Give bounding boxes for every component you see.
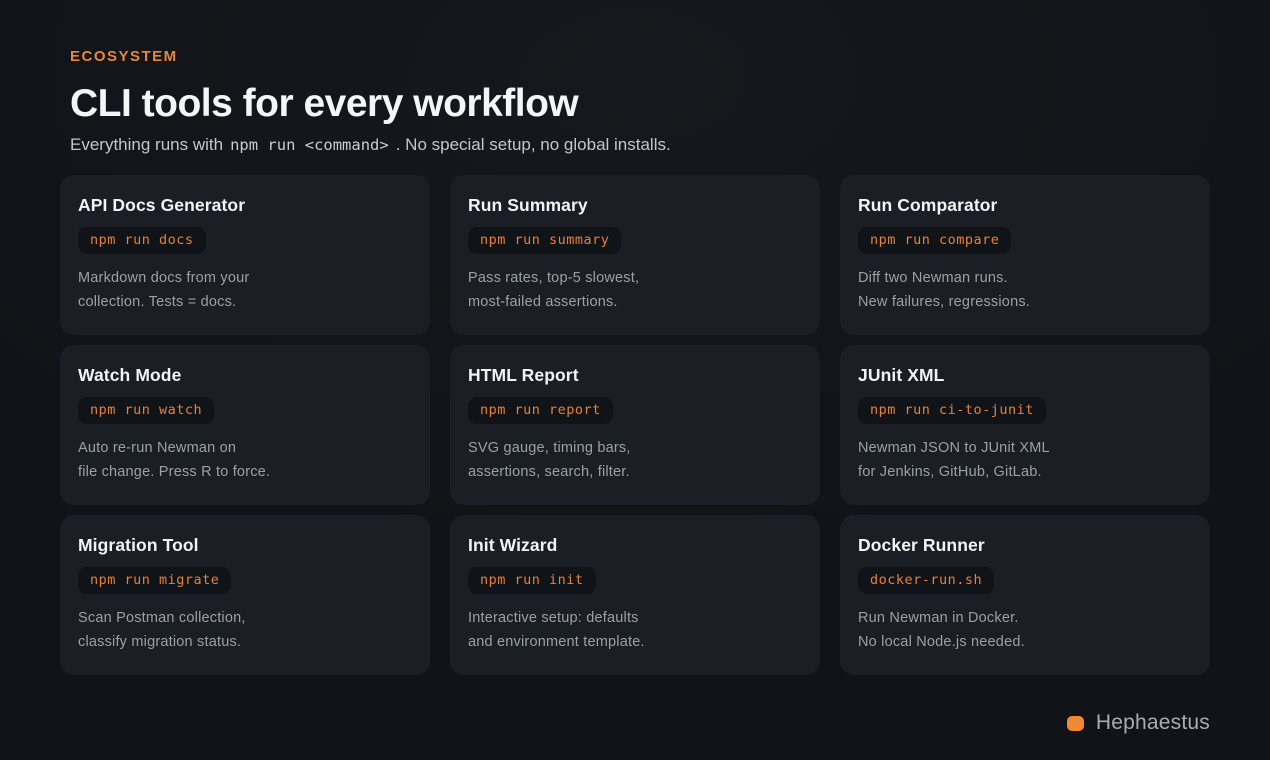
card-description-line: collection. Tests = docs. [78,294,237,310]
tool-card-docker-runner: Docker Runner docker-run.sh Run Newman i… [840,515,1210,675]
card-description-line: Markdown docs from your [78,270,250,286]
card-title: API Docs Generator [78,195,246,215]
card-description-line: Interactive setup: defaults [468,610,639,626]
card-description: SVG gauge, timing bars, assertions, sear… [468,436,802,484]
card-description: Run Newman in Docker. No local Node.js n… [858,606,1192,654]
card-description: Interactive setup: defaults and environm… [468,606,802,654]
tool-card-run-summary: Run Summary npm run summary Pass rates, … [450,175,820,335]
card-title: HTML Report [468,365,579,385]
card-command-badge: npm run migrate [78,567,232,594]
subtitle-prefix: Everything runs with [70,135,224,154]
ecosystem-page: ECOSYSTEM CLI tools for every workflow E… [0,0,1270,760]
page-subtitle: Everything runs with npm run <command> . N… [70,133,1210,157]
page-header: ECOSYSTEM CLI tools for every workflow E… [60,0,1210,157]
card-description: Scan Postman collection, classify migrat… [78,606,412,654]
card-title: JUnit XML [858,365,945,385]
card-description: Markdown docs from your collection. Test… [78,266,412,314]
card-description-line: Run Newman in Docker. [858,610,1019,626]
tool-card-run-comparator: Run Comparator npm run compare Diff two … [840,175,1210,335]
card-description: Pass rates, top-5 slowest, most-failed a… [468,266,802,314]
card-command-badge: npm run compare [858,227,1012,254]
card-command-badge: npm run summary [468,227,622,254]
card-command-badge: docker-run.sh [858,567,995,594]
card-description-line: New failures, regressions. [858,294,1031,310]
tool-card-init-wizard: Init Wizard npm run init Interactive set… [450,515,820,675]
card-command-badge: npm run report [468,397,613,424]
card-title: Init Wizard [468,535,558,555]
card-description: Auto re-run Newman on file change. Press… [78,436,412,484]
card-title: Migration Tool [78,535,199,555]
card-description-line: SVG gauge, timing bars, [468,440,631,456]
page-title: CLI tools for every workflow [70,82,579,125]
subtitle-inline-code: npm run <command> [230,136,389,154]
tool-card-html-report: HTML Report npm run report SVG gauge, ti… [450,345,820,505]
page-footer: Hephaestus [60,711,1210,735]
card-description-line: file change. Press R to force. [78,464,271,480]
card-command-badge: npm run init [468,567,596,594]
card-description-line: No local Node.js needed. [858,634,1025,650]
eyebrow-label: ECOSYSTEM [70,48,178,65]
subtitle-suffix: . No special setup, no global installs. [395,135,671,154]
card-description-line: Scan Postman collection, [78,610,246,626]
card-description-line: Newman JSON to JUnit XML [858,440,1050,456]
card-command-badge: npm run watch [78,397,215,424]
card-description-line: most-failed assertions. [468,294,618,310]
card-description-line: assertions, search, filter. [468,464,630,480]
card-title: Run Comparator [858,195,998,215]
card-description-line: Diff two Newman runs. [858,270,1008,286]
card-title: Run Summary [468,195,588,215]
card-description: Newman JSON to JUnit XML for Jenkins, Gi… [858,436,1192,484]
card-description-line: Pass rates, top-5 slowest, [468,270,640,286]
tool-card-grid: API Docs Generator npm run docs Markdown… [60,175,1210,675]
card-description-line: and environment template. [468,634,645,650]
card-description-line: Auto re-run Newman on [78,440,237,456]
card-title: Watch Mode [78,365,182,385]
brand-logo-icon [1066,715,1084,731]
card-description-line: classify migration status. [78,634,242,650]
card-command-badge: npm run docs [78,227,206,254]
tool-card-migration-tool: Migration Tool npm run migrate Scan Post… [60,515,430,675]
tool-card-api-docs-generator: API Docs Generator npm run docs Markdown… [60,175,430,335]
tool-card-watch-mode: Watch Mode npm run watch Auto re-run New… [60,345,430,505]
card-command-badge: npm run ci-to-junit [858,397,1046,424]
card-description: Diff two Newman runs. New failures, regr… [858,266,1192,314]
tool-card-junit-xml: JUnit XML npm run ci-to-junit Newman JSO… [840,345,1210,505]
card-title: Docker Runner [858,535,985,555]
brand-name: Hephaestus [1095,711,1210,734]
card-description-line: for Jenkins, GitHub, GitLab. [858,464,1042,480]
